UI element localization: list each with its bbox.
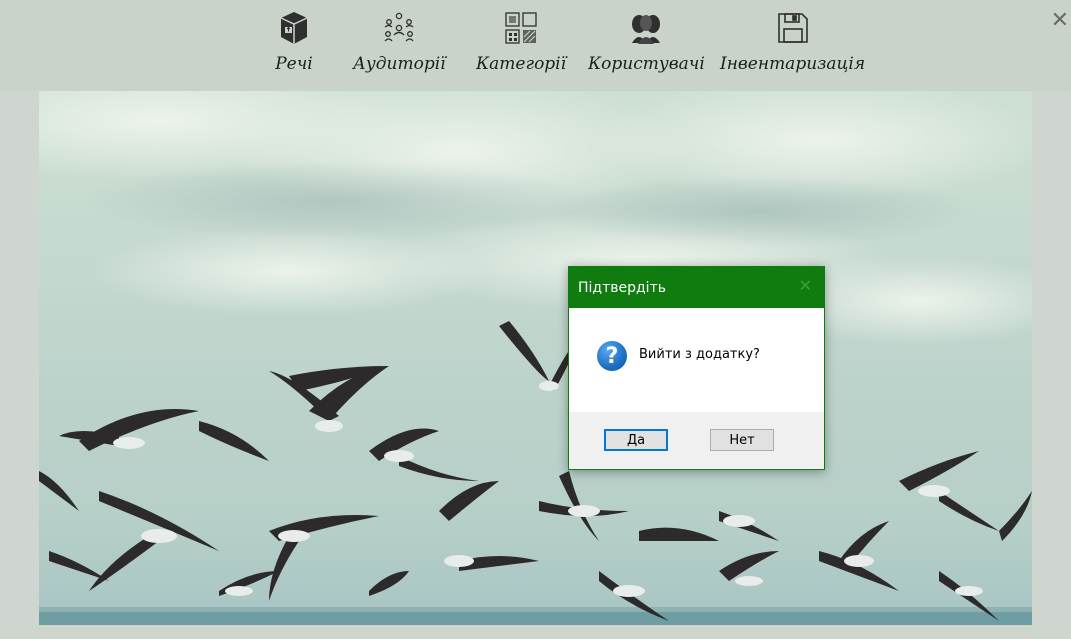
toolbar-item-items[interactable]: Речі xyxy=(275,8,313,74)
box-icon xyxy=(275,8,313,48)
question-icon: ? xyxy=(597,341,627,371)
toolbar-item-label: Аудиторії xyxy=(353,54,446,74)
toolbar-item-inventory[interactable]: Інвентаризація xyxy=(720,8,865,74)
yes-button[interactable]: Да xyxy=(604,429,668,451)
dialog-close-button[interactable]: ✕ xyxy=(799,278,812,294)
toolbar-item-users[interactable]: Користувачі xyxy=(588,8,705,74)
status-strip xyxy=(0,625,1071,639)
no-button[interactable]: Нет xyxy=(710,429,774,451)
confirm-dialog: Підтвердіть ✕ ? Вийти з додатку? Да Нет xyxy=(568,266,825,470)
dialog-body: ? Вийти з додатку? xyxy=(569,308,824,412)
background-image xyxy=(39,91,1032,625)
close-app-button[interactable]: ✕ xyxy=(1051,10,1069,32)
toolbar-item-label: Інвентаризація xyxy=(720,54,866,74)
category-grid-icon xyxy=(502,8,540,48)
toolbar-item-label: Користувачі xyxy=(588,54,705,74)
dialog-message: Вийти з додатку? xyxy=(639,347,760,362)
dialog-title: Підтвердіть xyxy=(578,279,666,296)
toolbar-item-categories[interactable]: Категорії xyxy=(476,8,566,74)
toolbar-item-label: Категорії xyxy=(476,54,567,74)
top-toolbar: Речі Аудиторії Категорії Користувачі Інв… xyxy=(0,0,1071,91)
dialog-titlebar: Підтвердіть ✕ xyxy=(569,267,824,308)
people-network-icon xyxy=(380,8,418,48)
users-icon xyxy=(627,8,665,48)
dialog-footer: Да Нет xyxy=(569,412,824,469)
toolbar-item-label: Речі xyxy=(275,54,313,74)
save-icon xyxy=(720,8,865,48)
toolbar-item-auditoriums[interactable]: Аудиторії xyxy=(353,8,446,74)
